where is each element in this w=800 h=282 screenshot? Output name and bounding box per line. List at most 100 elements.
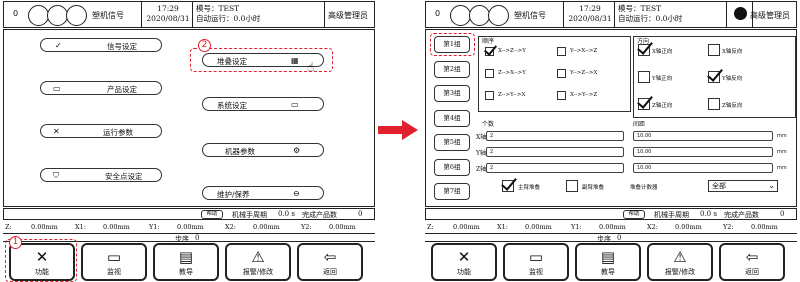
count-input[interactable]: 2: [486, 163, 624, 173]
nav-back-label: 返回: [745, 268, 759, 276]
x2-label: X2:: [647, 223, 658, 231]
main-stack-checkbox[interactable]: [502, 180, 514, 192]
bottom-nav: ✕ 功能 ▭ 监视 ▤ 教导 ⚠ 报警/修改 ⇦ 返回: [425, 243, 797, 281]
date-text: 2020/08/31: [146, 14, 190, 23]
time-text: 17:29: [579, 4, 601, 13]
x1-value: 0.00mm: [103, 223, 130, 231]
machine-params-button[interactable]: 机器参数 ⚙: [202, 143, 324, 157]
count-input[interactable]: 2: [486, 147, 624, 157]
coordinate-row: Z: 0.00mm X1: 0.00mm Y1: 0.00mm X2: 0.00…: [3, 222, 375, 232]
order-label: Y-->Z-->X: [570, 70, 598, 76]
monitor-icon: ▭: [528, 248, 544, 266]
direction-checkbox[interactable]: [708, 44, 720, 56]
auto-run-time: 自动运行：0.0小时: [196, 14, 261, 23]
unit-label: mm: [777, 165, 787, 171]
auto-run-time: 自动运行：0.0小时: [618, 14, 683, 23]
run-params-button[interactable]: ✕ 运行参数: [40, 124, 162, 138]
run-params-label: 运行参数: [103, 128, 133, 137]
nav-teach-label: 教导: [601, 268, 615, 276]
status-row: 帮助 机械手周期 0.0 s 完成产品数 0: [3, 208, 375, 220]
tools-icon: ✕: [53, 127, 60, 136]
direction-checkbox[interactable]: [638, 98, 650, 110]
nav-function-button[interactable]: ✕ 功能: [431, 243, 497, 281]
safety-settings-button[interactable]: ⛉ 安全点设定: [40, 168, 162, 182]
x2-label: X2:: [225, 223, 236, 231]
y2-label: Y2:: [723, 223, 734, 231]
nav-monitor-button[interactable]: ▭ 监视: [81, 243, 147, 281]
monitor-icon: ▭: [291, 100, 299, 109]
order-checkbox[interactable]: [557, 47, 566, 56]
shield-icon: ⛉: [53, 171, 59, 180]
time-text: 17:29: [157, 4, 179, 13]
nav-teach-button[interactable]: ▤ 教导: [575, 243, 641, 281]
maintenance-button[interactable]: 维护/保养 ⊖: [202, 186, 324, 200]
order-checkbox[interactable]: [485, 69, 494, 78]
count-title: 个数: [482, 121, 495, 128]
sub-stack-label: 副臂堆叠: [582, 185, 605, 191]
mold-number: 模号：TEST: [618, 4, 662, 13]
count-input[interactable]: 2: [486, 131, 624, 141]
group-button-7[interactable]: 第7组: [434, 183, 470, 200]
direction-checkbox[interactable]: [638, 44, 650, 56]
help-button[interactable]: 帮助: [623, 210, 645, 219]
y1-label: Y1:: [149, 223, 160, 231]
divider: [192, 2, 193, 27]
document-icon: ▤: [600, 248, 616, 266]
divider: [324, 2, 325, 27]
direction-label: Y轴反向: [722, 76, 743, 82]
y2-label: Y2:: [301, 223, 312, 231]
left-screen: 0 塑机信号 17:29 2020/08/31 模号：TEST 自动运行：0.0…: [3, 0, 375, 282]
spacing-input[interactable]: 10.00: [633, 163, 773, 173]
robot-arm-icon: ⚙: [293, 146, 301, 155]
nav-back-button[interactable]: ⇦ 返回: [297, 243, 363, 281]
nav-alarm-label: 报警/修改: [664, 268, 696, 276]
counter-select[interactable]: 全部 ⌄: [708, 180, 778, 192]
nav-monitor-button[interactable]: ▭ 监视: [503, 243, 569, 281]
order-checkbox[interactable]: [485, 47, 494, 56]
pointer-hand-icon: ☝: [307, 60, 315, 74]
counter-label: 堆叠计数器: [630, 185, 658, 191]
group-button-4[interactable]: 第4组: [434, 109, 470, 127]
step-row: 步序 0: [425, 233, 797, 243]
nav-teach-button[interactable]: ▤ 教导: [153, 243, 219, 281]
spacing-input[interactable]: 10.00: [633, 131, 773, 141]
z-label: Z:: [427, 223, 434, 231]
direction-label: Z轴反向: [722, 103, 743, 109]
nav-back-button[interactable]: ⇦ 返回: [719, 243, 785, 281]
signal-settings-button[interactable]: ✓ 信号设定: [40, 38, 162, 52]
spacing-input[interactable]: 10.00: [633, 147, 773, 157]
nav-teach-label: 教导: [179, 268, 193, 276]
group-button-3[interactable]: 第3组: [434, 85, 470, 102]
back-arrow-icon: ⇦: [323, 248, 337, 266]
direction-label: Z轴正向: [652, 103, 673, 109]
direction-checkbox[interactable]: [708, 71, 720, 83]
axis-label: Z轴: [476, 166, 487, 173]
axis-label: Y轴: [476, 150, 486, 157]
mold-info: 模号：TEST 自动运行：0.0小时: [196, 4, 260, 24]
group-button-2[interactable]: 第2组: [434, 60, 470, 78]
group-button-6[interactable]: 第6组: [434, 158, 470, 176]
nav-alarm-button[interactable]: ⚠ 报警/修改: [647, 243, 713, 281]
system-settings-button[interactable]: 系统设定 ▭: [202, 97, 324, 111]
user-role: 高级管理员: [328, 11, 368, 20]
counter-select-value: 全部: [712, 182, 726, 190]
direction-checkbox[interactable]: [708, 98, 720, 110]
status-light-icon: [47, 5, 68, 26]
direction-checkbox[interactable]: [638, 71, 650, 83]
order-checkbox[interactable]: [485, 91, 494, 100]
x1-label: X1:: [497, 223, 508, 231]
product-settings-button[interactable]: ▭ 产品设定: [40, 81, 162, 95]
nav-alarm-button[interactable]: ⚠ 报警/修改: [225, 243, 291, 281]
tools-icon: ✕: [457, 248, 471, 266]
divider: [726, 2, 727, 27]
sub-stack-checkbox[interactable]: [566, 180, 578, 192]
group-button-5[interactable]: 第5组: [434, 134, 470, 151]
order-label: X-->Y-->Z: [570, 92, 598, 98]
x2-value: 0.00mm: [253, 223, 280, 231]
order-checkbox[interactable]: [557, 91, 566, 100]
y1-value: 0.00mm: [599, 223, 626, 231]
x1-label: X1:: [75, 223, 86, 231]
order-checkbox[interactable]: [557, 69, 566, 78]
divider: [563, 2, 564, 27]
help-button[interactable]: 帮助: [201, 210, 223, 219]
